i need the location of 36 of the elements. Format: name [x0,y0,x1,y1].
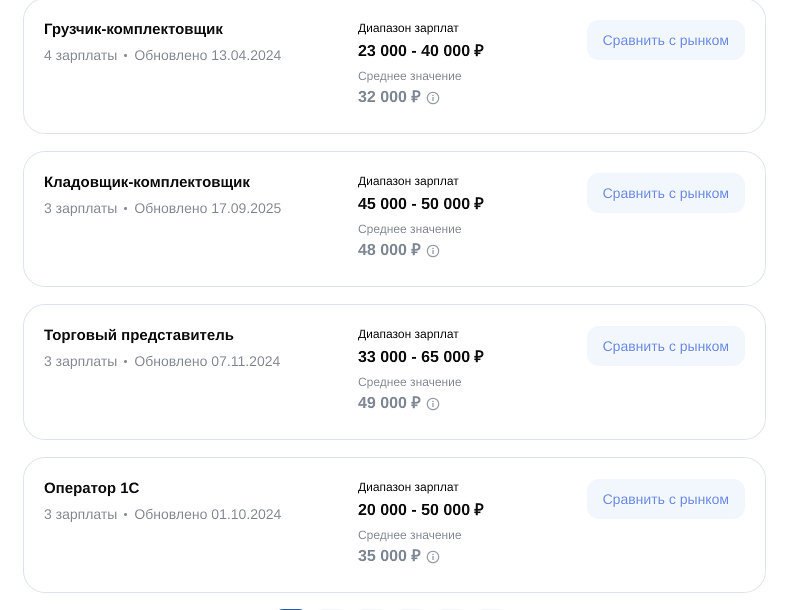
salary-range: 23 000 - 40 000 ₽ [358,42,485,62]
compare-button[interactable]: Сравнить с рынком [586,173,745,213]
salary-range: 20 000 - 50 000 ₽ [358,501,485,521]
average-salary: 48 000 ₽ [358,241,420,261]
range-label: Диапазон зарплат [358,20,460,36]
average-label: Среднее значение [358,374,463,390]
salary-range: 33 000 - 65 000 ₽ [358,348,485,368]
updated-date: Обновлено 07.11.2024 [134,352,280,370]
salary-count: 4 зарплаты [44,46,118,64]
vacancy-title: Грузчик-комплектовщик [44,20,224,40]
salary-count: 3 зарплаты [44,505,118,523]
salary-count: 3 зарплаты [44,352,118,370]
info-icon[interactable] [426,397,440,411]
vacancy-title: Кладовщик-комплектовщик [44,173,251,193]
range-label: Диапазон зарплат [358,326,460,342]
vacancy-title: Торговый представитель [44,326,235,346]
range-label: Диапазон зарплат [358,479,460,495]
average-salary: 35 000 ₽ [358,547,420,567]
range-label: Диапазон зарплат [358,173,460,189]
salary-range: 45 000 - 50 000 ₽ [358,195,485,215]
info-icon[interactable] [426,91,440,105]
average-label: Среднее значение [358,527,463,543]
average-salary: 49 000 ₽ [358,394,420,414]
average-label: Среднее значение [358,68,463,84]
updated-date: Обновлено 13.04.2024 [134,46,282,64]
average-label: Среднее значение [358,221,463,237]
average-salary: 32 000 ₽ [358,88,420,108]
info-icon[interactable] [426,244,440,258]
salary-count: 3 зарплаты [44,199,118,217]
compare-button[interactable]: Сравнить с рынком [586,479,745,519]
info-icon[interactable] [426,550,440,564]
compare-button[interactable]: Сравнить с рынком [586,326,745,366]
vacancy-title: Оператор 1С [44,479,140,499]
updated-date: Обновлено 17.09.2025 [134,199,282,217]
compare-button[interactable]: Сравнить с рынком [586,20,745,60]
updated-date: Обновлено 01.10.2024 [134,505,282,523]
